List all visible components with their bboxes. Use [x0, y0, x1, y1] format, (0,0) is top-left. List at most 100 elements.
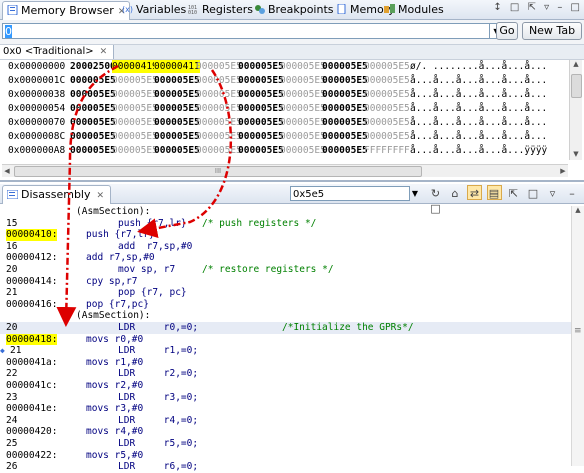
memory-word[interactable]: 000005E5 — [322, 102, 368, 115]
memory-word[interactable]: 000005E5 — [238, 60, 284, 73]
instruction-line[interactable]: 00000412: add r7,sp,#0 — [0, 252, 572, 264]
memory-word[interactable]: 00000411 — [154, 60, 200, 73]
source-line[interactable]: 22 LDR r2,=0; — [0, 368, 572, 380]
memory-word[interactable]: 000005E5 — [112, 130, 158, 143]
memory-word[interactable]: 000005E5 — [196, 74, 242, 87]
pin-icon[interactable]: ⇱ — [506, 186, 521, 201]
memory-word[interactable]: 000005E5 — [364, 60, 410, 73]
source-line[interactable]: 24 LDR r4,=0; — [0, 415, 572, 427]
chevron-down-icon[interactable]: ▼ — [410, 186, 420, 201]
memory-word[interactable]: 000005E5 — [154, 88, 200, 101]
memory-word[interactable]: 000005E5 — [280, 144, 326, 157]
memory-word[interactable]: 000005E5 — [112, 144, 158, 157]
instruction-line[interactable]: 0000041e: movs r3,#0 — [0, 403, 572, 415]
memory-word[interactable]: 000005E5 — [112, 88, 158, 101]
memory-word[interactable]: 000005E5 — [364, 88, 410, 101]
tab-breakpoints[interactable]: Breakpoints — [250, 1, 338, 19]
memory-word[interactable]: 000005E5 — [154, 144, 200, 157]
instruction-line[interactable]: 00000418: movs r0,#0 — [0, 333, 572, 346]
memory-word[interactable]: 000005E5 — [154, 102, 200, 115]
goto-address-input[interactable]: 0x5e5 — [290, 186, 410, 201]
memory-word[interactable]: 000005E5 — [238, 88, 284, 101]
source-line[interactable]: 20 mov sp, r7 /* restore registers */ — [0, 264, 572, 276]
refresh-icon[interactable]: ↻ — [428, 186, 443, 201]
instruction-line[interactable]: 00000420: movs r4,#0 — [0, 426, 572, 438]
minimize-icon[interactable]: – — [557, 2, 562, 13]
memory-word[interactable]: 000005E5 — [154, 130, 200, 143]
memory-word[interactable]: 000005E5 — [280, 74, 326, 87]
new-tab-button[interactable]: New Tab — [522, 22, 582, 40]
memory-word[interactable]: 000005E5 — [322, 144, 368, 157]
memory-word[interactable]: 000005E5 — [280, 60, 326, 73]
scroll-thumb[interactable] — [571, 74, 582, 98]
minimize-icon[interactable]: – — [565, 186, 580, 201]
maximize-icon[interactable]: □ — [571, 2, 580, 13]
memory-word[interactable]: 00000419 — [112, 60, 158, 73]
instruction-line[interactable]: 00000414: cpy sp,r7 — [0, 276, 572, 288]
vertical-scrollbar[interactable]: ▲ ≡ — [571, 206, 584, 466]
vertical-scrollbar[interactable]: ▲ ▼ — [569, 60, 582, 160]
address-input[interactable]: 0 — [2, 23, 490, 39]
memory-word[interactable]: 000005E5 — [70, 144, 116, 157]
memory-word[interactable]: 000005E5 — [280, 116, 326, 129]
instruction-line[interactable]: 00000410: push {r7,lr} — [0, 229, 572, 241]
tab-rendering-traditional[interactable]: 0x0 <Traditional> ✕ — [0, 45, 115, 59]
memory-word[interactable]: 000005E5 — [280, 130, 326, 143]
memory-word[interactable]: FFFFFFFF — [364, 144, 410, 157]
link-with-editor-icon[interactable]: ⇄ — [467, 185, 482, 200]
tab-memory-browser[interactable]: Memory Browser ✕ — [2, 1, 131, 20]
source-line[interactable]: 16 add r7,sp,#0 — [0, 241, 572, 253]
instruction-line[interactable]: 00000422: movs r5,#0 — [0, 450, 572, 462]
home-icon[interactable]: ⌂ — [448, 186, 463, 201]
close-icon[interactable]: ✕ — [100, 47, 108, 57]
memory-word[interactable]: 000005E5 — [364, 130, 410, 143]
memory-word[interactable]: 000005E5 — [196, 116, 242, 129]
memory-word[interactable]: 000005E5 — [196, 60, 242, 73]
section-header[interactable]: (AsmSection): — [0, 310, 572, 322]
memory-word[interactable]: 000005E5 — [238, 116, 284, 129]
memory-word[interactable]: 000005E5 — [322, 74, 368, 87]
memory-word[interactable]: 000005E5 — [322, 88, 368, 101]
memory-word[interactable]: 000005E5 — [238, 102, 284, 115]
instruction-line[interactable]: 0000041a: movs r1,#0 — [0, 357, 572, 369]
memory-word[interactable]: 000005E5 — [196, 102, 242, 115]
memory-word[interactable]: 000005E5 — [154, 116, 200, 129]
scroll-right-icon[interactable]: ▶ — [558, 165, 568, 177]
scroll-thumb[interactable]: III — [14, 166, 422, 177]
source-line[interactable]: ◆ 21 LDR r1,=0; — [0, 345, 572, 357]
memory-word[interactable]: 000005E5 — [70, 116, 116, 129]
disassembly-listing[interactable]: (AsmSection): 15 push {r7,lr} /* push regis… — [0, 206, 572, 472]
memory-word[interactable]: 000005E5 — [238, 130, 284, 143]
memory-word[interactable]: 000005E5 — [322, 116, 368, 129]
memory-word[interactable]: 000005E5 — [238, 74, 284, 87]
memory-word[interactable]: 000005E5 — [280, 88, 326, 101]
memory-word[interactable]: 000005E5 — [322, 60, 368, 73]
go-button[interactable]: Go — [496, 22, 518, 40]
tab-modules[interactable]: Modules — [380, 1, 448, 19]
memory-word[interactable]: 20002500 — [70, 60, 116, 73]
section-header[interactable]: (AsmSection): — [0, 206, 572, 218]
memory-word[interactable]: 000005E5 — [364, 116, 410, 129]
source-line[interactable]: 25 LDR r5,=0; — [0, 438, 572, 450]
memory-word[interactable]: 000005E5 — [70, 130, 116, 143]
new-view-icon[interactable]: □ — [526, 186, 541, 201]
memory-word[interactable]: 000005E5 — [196, 130, 242, 143]
memory-word[interactable]: 000005E5 — [238, 144, 284, 157]
horizontal-scrollbar[interactable]: ◀ III ▶ — [2, 164, 568, 177]
tab-disassembly[interactable]: Disassembly ✕ — [2, 185, 112, 204]
binary-format-icon[interactable]: ↕ — [493, 2, 501, 13]
instruction-line[interactable]: 00000416: pop {r7,pc} — [0, 299, 572, 311]
scroll-up-icon[interactable]: ▲ — [572, 206, 584, 216]
memory-word[interactable]: 000005E5 — [196, 88, 242, 101]
memory-word[interactable]: 000005E5 — [112, 116, 158, 129]
memory-word[interactable]: 000005E5 — [322, 130, 368, 143]
memory-word[interactable]: 000005E5 — [70, 88, 116, 101]
source-line[interactable]: 20 LDR r0,=0; /*Initialize the GPRs*/ — [0, 322, 572, 334]
source-line[interactable]: 26 LDR r6,=0; — [0, 461, 572, 473]
memory-word[interactable]: 000005E5 — [280, 102, 326, 115]
memory-word[interactable]: 000005E5 — [70, 74, 116, 87]
memory-word[interactable]: 000005E5 — [70, 102, 116, 115]
memory-table[interactable]: 0x00000000 20002500 00000419 00000411 000005… — [2, 60, 568, 164]
scroll-left-icon[interactable]: ◀ — [2, 165, 12, 177]
memory-word[interactable]: 000005E5 — [112, 102, 158, 115]
